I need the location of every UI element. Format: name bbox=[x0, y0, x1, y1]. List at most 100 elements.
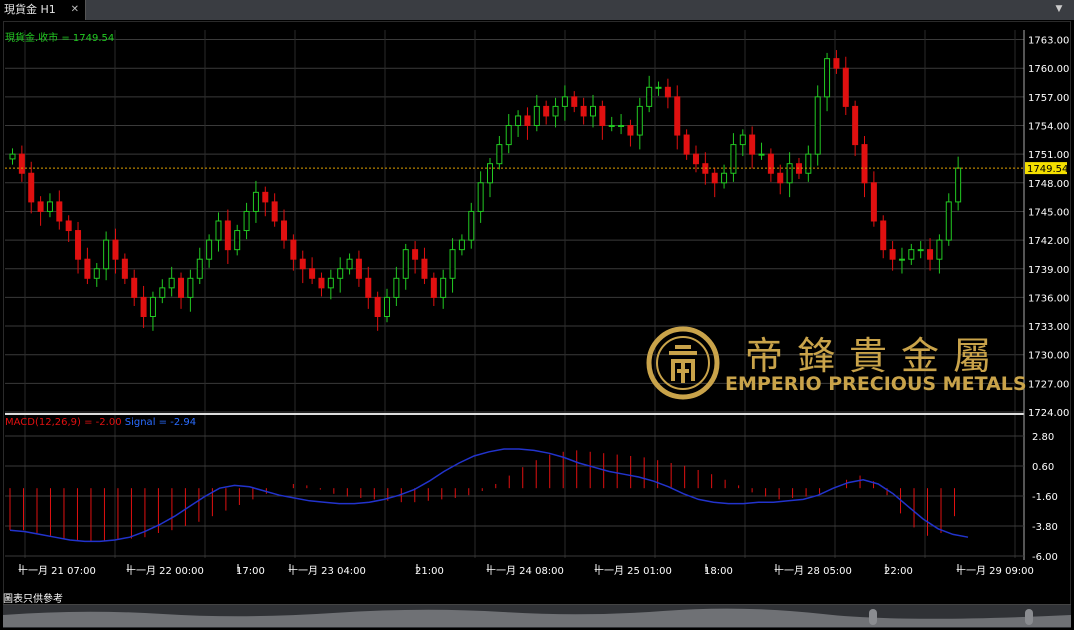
logo-emblem bbox=[646, 326, 720, 400]
candle-body bbox=[487, 163, 493, 184]
candle-body bbox=[505, 125, 512, 146]
price-axis: 1763.00 1760.00 1757.00 1754.00 1751.00 1748.… bbox=[1028, 36, 1069, 419]
scroll-handle-right[interactable] bbox=[1025, 609, 1033, 625]
candle-body bbox=[580, 105, 587, 117]
time-tick-label: 十一月 24 08:00 bbox=[486, 564, 564, 577]
candle-body bbox=[833, 58, 840, 69]
candle-body bbox=[674, 96, 681, 136]
candle-body bbox=[103, 239, 110, 270]
candle-body bbox=[384, 296, 391, 317]
watermark-logo: 帝鋒貴金屬 EMPERIO PRECIOUS METALS bbox=[645, 325, 1027, 405]
candle-body bbox=[318, 277, 325, 289]
current-price-text: 1749.54 bbox=[1027, 164, 1068, 175]
candle-body bbox=[936, 239, 943, 260]
candle-body bbox=[430, 277, 437, 298]
candle-body bbox=[178, 277, 185, 298]
time-tick-label: 十一月 29 09:00 bbox=[956, 564, 1034, 577]
macd-tick-label: 0.60 bbox=[1032, 462, 1054, 473]
time-tick-label: 十一月 25 01:00 bbox=[594, 564, 672, 577]
price-tick-label: 1724.00 bbox=[1028, 408, 1069, 419]
candle-body bbox=[805, 153, 812, 174]
candle-body bbox=[37, 201, 44, 212]
time-tick-label: 十一月 21 07:00 bbox=[18, 564, 96, 577]
candle-body bbox=[56, 201, 63, 222]
candle-body bbox=[552, 105, 559, 117]
candle-body bbox=[374, 296, 381, 317]
candle-body bbox=[824, 58, 831, 98]
candle-body bbox=[767, 153, 774, 174]
candle-body bbox=[355, 258, 362, 279]
price-tick-label: 1763.00 bbox=[1028, 36, 1069, 47]
price-tick-label: 1754.00 bbox=[1028, 122, 1069, 133]
price-tick-label: 1730.00 bbox=[1028, 351, 1069, 362]
candle-body bbox=[898, 258, 905, 261]
candle-body bbox=[758, 153, 765, 156]
candle-body bbox=[880, 220, 887, 251]
chart-scrollbar[interactable] bbox=[3, 604, 1071, 628]
candle-body bbox=[571, 96, 578, 107]
candle-body bbox=[440, 277, 447, 298]
candle-body bbox=[458, 239, 465, 251]
candle-body bbox=[496, 144, 503, 165]
candle-body bbox=[861, 144, 868, 184]
candle-body bbox=[234, 230, 241, 251]
candle-body bbox=[346, 258, 353, 270]
candle-body bbox=[215, 220, 222, 241]
candle-body bbox=[121, 258, 128, 279]
candle-body bbox=[927, 249, 934, 260]
candle-body bbox=[945, 201, 952, 241]
candle-body bbox=[168, 277, 175, 289]
candle-body bbox=[646, 86, 653, 107]
candle-body bbox=[618, 125, 625, 127]
candle-body bbox=[421, 258, 428, 279]
candle-body bbox=[608, 125, 615, 127]
time-tick-label: 十一月 28 05:00 bbox=[774, 564, 852, 577]
candle-body bbox=[9, 153, 16, 160]
price-tick-label: 1751.00 bbox=[1028, 150, 1069, 161]
candle-body bbox=[739, 134, 746, 146]
candle-body bbox=[290, 239, 297, 260]
candle-body bbox=[243, 210, 250, 232]
time-tick-label: 22:00 bbox=[884, 566, 913, 577]
macd-signal-line bbox=[9, 448, 969, 543]
candle-body bbox=[889, 249, 896, 260]
price-tick-label: 1727.00 bbox=[1028, 379, 1069, 390]
candle-body bbox=[543, 105, 550, 117]
candle-body bbox=[206, 239, 213, 260]
macd-label: MACD(12,26,9) = -2.00 Signal = -2.94 bbox=[5, 417, 196, 428]
candle-body bbox=[870, 182, 877, 222]
scroll-handle-left[interactable] bbox=[869, 609, 877, 625]
candle-body bbox=[159, 287, 166, 298]
candle-body bbox=[140, 296, 147, 317]
time-tick-label: 十一月 22 00:00 bbox=[126, 564, 204, 577]
scroll-preview bbox=[3, 608, 1071, 627]
price-tick-label: 1739.00 bbox=[1028, 265, 1069, 276]
candle-body bbox=[842, 67, 849, 107]
candle-body bbox=[412, 249, 419, 260]
time-tick-label: 18:00 bbox=[704, 566, 733, 577]
candle-body bbox=[589, 105, 596, 117]
candle-body bbox=[917, 249, 924, 252]
candle-body bbox=[299, 258, 306, 270]
candle-body bbox=[75, 230, 82, 260]
candle-body bbox=[730, 144, 737, 174]
price-tick-label: 1742.00 bbox=[1028, 236, 1069, 247]
candle-body bbox=[224, 220, 231, 251]
logo-cjk: 帝鋒貴金屬 bbox=[745, 334, 1006, 378]
candle-body bbox=[149, 296, 156, 317]
time-tick-label: 十一月 23 04:00 bbox=[288, 564, 366, 577]
candle-body bbox=[955, 167, 962, 203]
price-chart[interactable]: 1749.54 1763.00 1760.00 1757.00 1754.00 1751… bbox=[0, 0, 1074, 604]
candle-body bbox=[402, 249, 409, 279]
candle-body bbox=[337, 268, 344, 279]
candle-body bbox=[786, 163, 793, 184]
time-tick-label: 21:00 bbox=[415, 566, 444, 577]
candle-body bbox=[777, 172, 784, 184]
candle-body bbox=[309, 268, 316, 279]
price-tick-label: 1760.00 bbox=[1028, 64, 1069, 75]
candle-body bbox=[683, 134, 690, 155]
candle-body bbox=[711, 172, 718, 184]
candle-body bbox=[749, 134, 756, 155]
candles: 1749.54 bbox=[5, 50, 1068, 331]
macd-tick-label: -1.60 bbox=[1032, 492, 1058, 503]
